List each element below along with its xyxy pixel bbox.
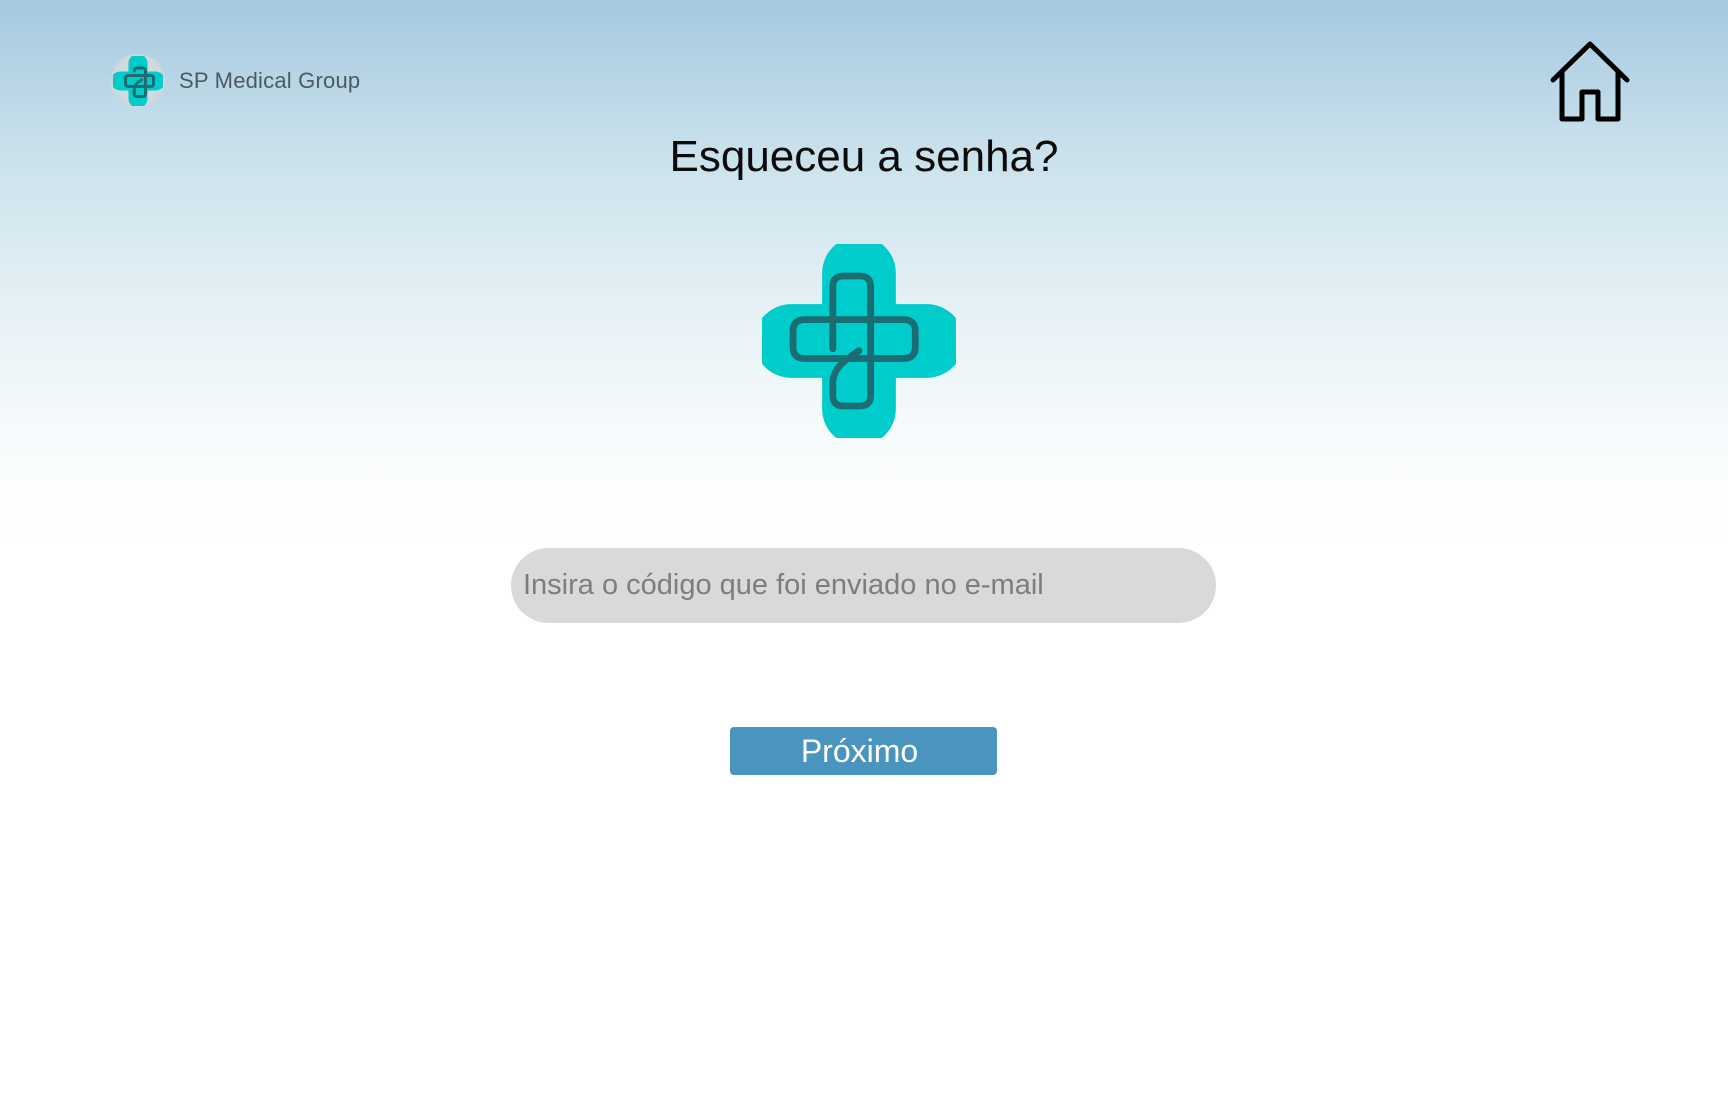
home-icon xyxy=(1550,41,1630,122)
next-button[interactable]: Próximo xyxy=(730,727,997,775)
medical-cross-logo-icon xyxy=(113,56,163,106)
medical-cross-logo-icon xyxy=(754,236,964,446)
verification-code-input[interactable] xyxy=(511,548,1216,623)
home-button[interactable] xyxy=(1548,40,1632,124)
brand-logo-icon xyxy=(111,54,165,108)
hero-logo xyxy=(754,236,964,446)
page-title: Esqueceu a senha? xyxy=(669,132,1059,181)
brand-name: SP Medical Group xyxy=(179,68,361,93)
brand[interactable]: SP Medical Group xyxy=(111,54,361,108)
